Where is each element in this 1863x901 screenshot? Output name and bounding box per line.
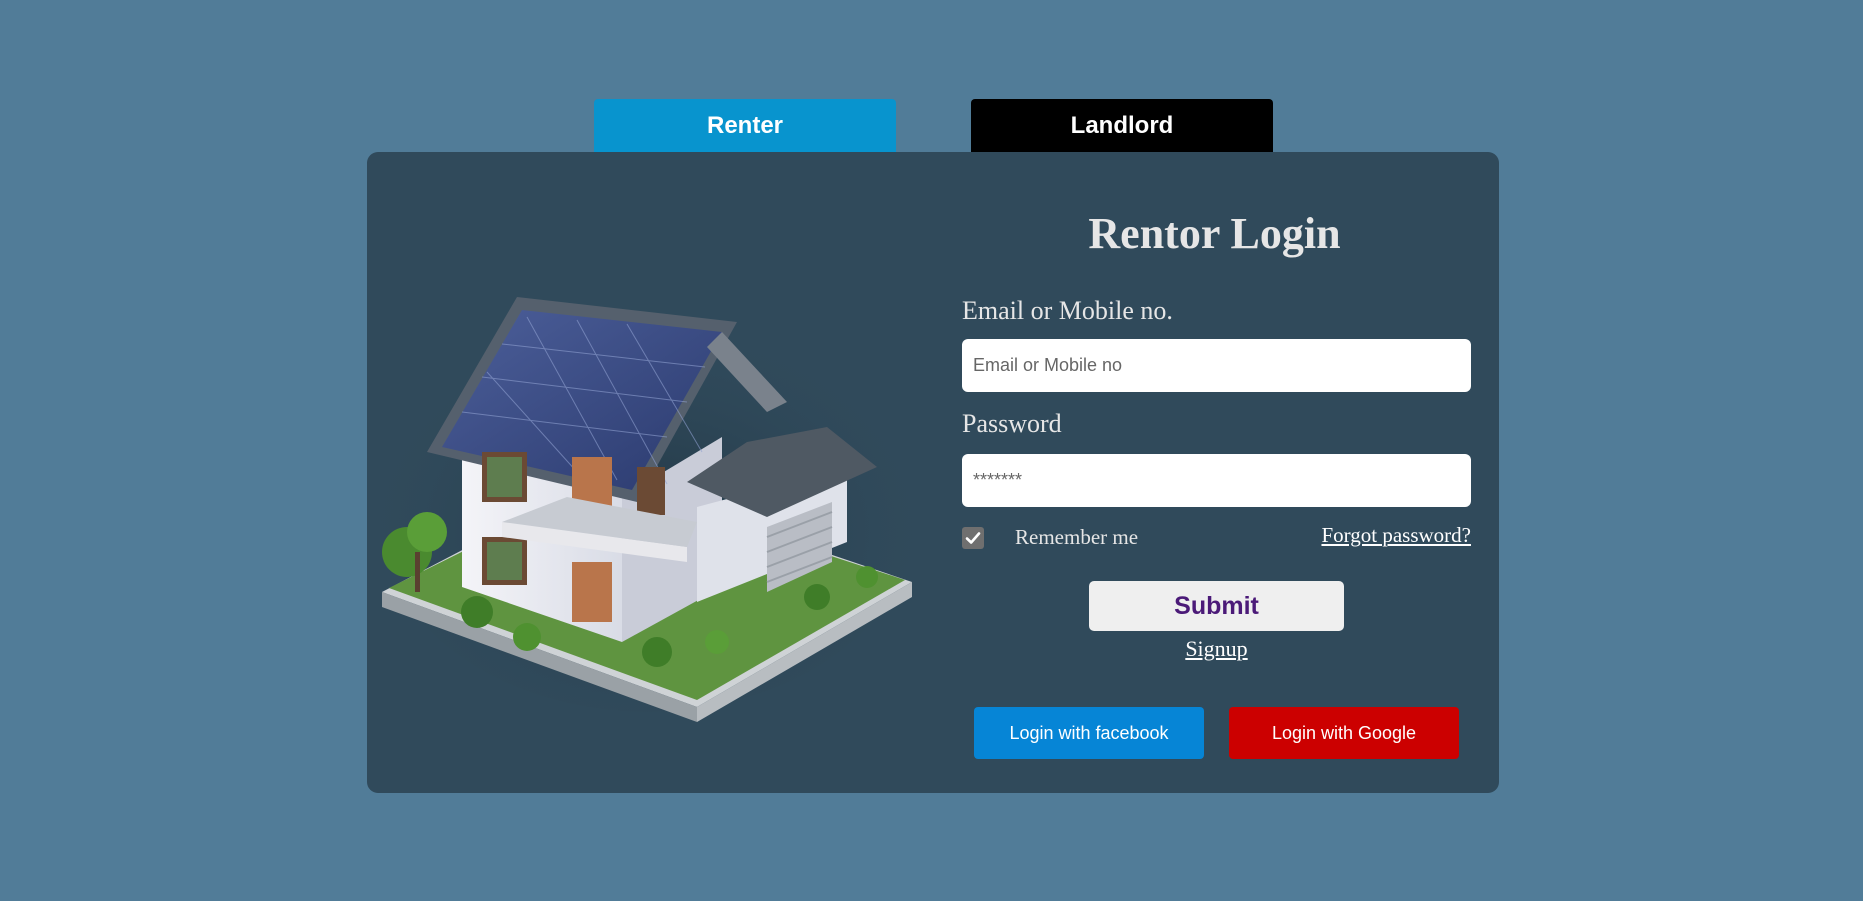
remember-me-checkbox[interactable] xyxy=(962,527,984,549)
remember-me-label: Remember me xyxy=(1015,525,1139,549)
google-login-button[interactable]: Login with Google xyxy=(1229,707,1459,759)
email-field[interactable] xyxy=(962,339,1471,392)
password-label: Password xyxy=(962,409,1062,438)
tab-renter[interactable]: Renter xyxy=(594,99,896,152)
signup-link[interactable]: Signup xyxy=(1185,636,1247,661)
email-label: Email or Mobile no. xyxy=(962,296,1173,325)
page-title: Rentor Login xyxy=(1088,209,1341,258)
login-card: Rentor Login Email or Mobile no. Passwor… xyxy=(367,152,1499,793)
signup-container: Signup xyxy=(962,636,1471,662)
forgot-password-link[interactable]: Forgot password? xyxy=(1321,523,1471,548)
house-illustration xyxy=(367,252,927,732)
submit-button[interactable]: Submit xyxy=(1089,581,1344,631)
facebook-login-button[interactable]: Login with facebook xyxy=(974,707,1204,759)
tab-landlord[interactable]: Landlord xyxy=(971,99,1273,152)
checkmark-icon xyxy=(965,532,981,544)
password-field[interactable] xyxy=(962,454,1471,507)
